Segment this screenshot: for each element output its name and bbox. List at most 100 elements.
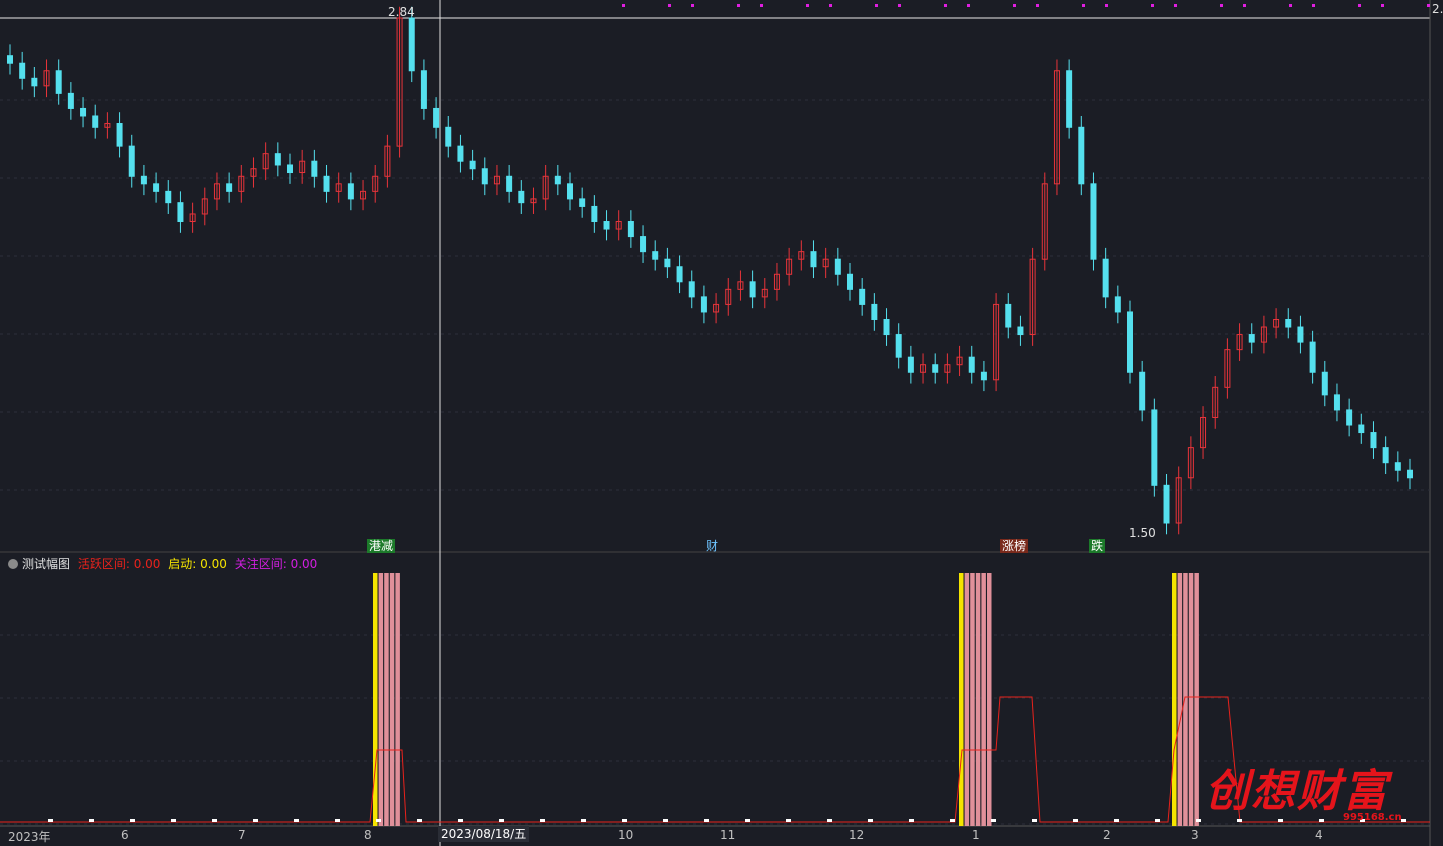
candle-body [311, 160, 318, 177]
watermark-logo: 创想财富 [1205, 766, 1389, 817]
event-tag[interactable]: 跌 [1089, 539, 1106, 553]
indicator-dot [704, 819, 709, 822]
active-range-label: 活跃区间: [77, 557, 130, 571]
x-axis-tick: 3 [1191, 828, 1199, 842]
indicator-dot [827, 819, 832, 822]
candle-body [1066, 70, 1073, 128]
signal-marker [875, 4, 878, 7]
candle-body [1333, 394, 1340, 411]
indicator-dot [950, 819, 955, 822]
watch-range-label: 关注区间: [234, 557, 287, 571]
candle-body [518, 190, 525, 204]
candle-body [567, 183, 573, 200]
candle-body [1346, 409, 1353, 426]
indicator-bar [1172, 573, 1177, 826]
candle-body [506, 175, 513, 192]
indicator-dot [376, 819, 381, 822]
signal-marker [622, 4, 625, 7]
signal-marker [967, 4, 970, 7]
candle-body [287, 164, 293, 174]
indicator-dot [253, 819, 258, 822]
signal-marker [1358, 4, 1361, 7]
indicator-dot [1237, 819, 1242, 822]
signal-marker [1243, 4, 1246, 7]
candle-body [1102, 258, 1109, 298]
right-axis-label: 2. [1432, 2, 1443, 16]
x-axis-tick: 2 [1103, 828, 1111, 842]
candle-body [652, 251, 659, 260]
candle-body [1309, 341, 1316, 373]
crosshair-date-label: 2023/08/18/五 [438, 826, 530, 842]
candle-body [457, 145, 464, 162]
candle-body [153, 183, 160, 192]
watch-range-value: 0.00 [290, 557, 318, 571]
indicator-dot [622, 819, 627, 822]
indicator-dot [1032, 819, 1037, 822]
signal-marker [691, 4, 694, 7]
indicator-bar [1177, 573, 1183, 826]
indicator-bar [964, 573, 970, 826]
signal-marker [1151, 4, 1154, 7]
signal-marker [668, 4, 671, 7]
event-tag[interactable]: 财 [704, 539, 720, 553]
candle-body [347, 183, 354, 200]
candle-body [1370, 432, 1377, 449]
candle-body [1017, 326, 1024, 336]
indicator-dot [581, 819, 586, 822]
start-label: 启动: [168, 557, 197, 571]
candle-body [1285, 318, 1292, 328]
indicator-dot [130, 819, 135, 822]
event-tag[interactable]: 港减 [367, 539, 396, 553]
candle-body [408, 17, 415, 72]
candle-body [420, 70, 427, 109]
signal-marker [1013, 4, 1016, 7]
signal-marker [1220, 4, 1223, 7]
x-axis-tick: 2023年 [8, 830, 51, 844]
indicator-dot [171, 819, 176, 822]
indicator-dot [458, 819, 463, 822]
candle-body [1358, 424, 1365, 434]
candle-body [140, 175, 147, 185]
event-tag[interactable]: 涨榜 [1000, 539, 1029, 553]
candle-body [968, 356, 975, 373]
indicator-dot [1401, 819, 1406, 822]
candle-body [1407, 469, 1413, 479]
candle-body [688, 281, 695, 298]
signal-marker [829, 4, 832, 7]
kline-chart[interactable] [0, 0, 1443, 846]
candle-body [664, 258, 671, 268]
x-axis-tick: 1 [972, 828, 980, 842]
candle-body [1297, 326, 1304, 343]
indicator-bar [1183, 573, 1188, 826]
indicator-dot [745, 819, 750, 822]
candle-body [7, 55, 13, 64]
indicator-dot [417, 819, 422, 822]
candle-body [1151, 409, 1158, 486]
candle-body [579, 198, 586, 207]
x-axis-tick: 10 [618, 828, 634, 842]
collapse-toggle-icon[interactable] [8, 559, 18, 569]
candle-body [445, 126, 452, 147]
indicator-name: 测试幅图 [22, 557, 71, 571]
indicator-bar [975, 573, 981, 826]
indicator-dot [499, 819, 504, 822]
indicator-dot [1278, 819, 1283, 822]
indicator-dot [1319, 819, 1324, 822]
signal-marker [1381, 4, 1384, 7]
candle-body [871, 303, 878, 320]
candle-body [847, 273, 853, 290]
candle-body [323, 175, 330, 192]
indicator-bar [1188, 573, 1194, 826]
indicator-dot [1196, 819, 1201, 822]
x-axis-tick: 11 [720, 828, 736, 842]
candle-body [1127, 311, 1133, 373]
indicator-dot [212, 819, 217, 822]
candle-body [554, 175, 561, 185]
indicator-bar [1194, 573, 1199, 826]
candle-body [1382, 447, 1389, 464]
candle-body [810, 251, 817, 268]
candle-body [1139, 371, 1146, 411]
candle-body [932, 364, 939, 373]
indicator-title-bar: 测试幅图 活跃区间: 0.00 启动: 0.00 关注区间: 0.00 [8, 555, 317, 572]
candle-body [128, 145, 135, 177]
